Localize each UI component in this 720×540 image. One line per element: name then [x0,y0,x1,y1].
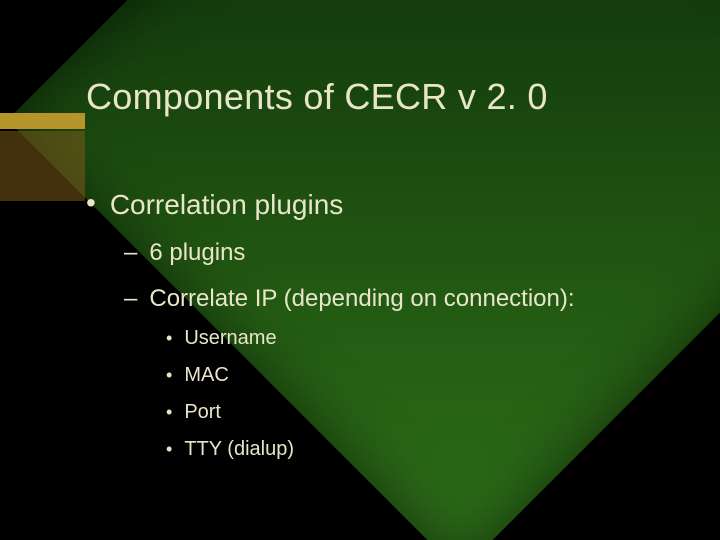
slide: Components of CECR v 2. 0 • Correlation … [0,0,720,540]
bullet-level3: • MAC [166,364,680,387]
bullet-level1: • Correlation plugins [86,189,680,221]
accent-bar [0,113,85,129]
bullet-icon: • [166,366,172,384]
accent-block [0,131,85,201]
bullet-level2-text: Correlate IP (depending on connection): [149,285,574,313]
bullet-level3-text: MAC [184,364,228,387]
bullet-level3-text: Username [184,327,276,350]
bullet-level3: • Port [166,401,680,424]
bullet-level3: • TTY (dialup) [166,438,680,461]
slide-body: • Correlation plugins – 6 plugins – Corr… [86,175,680,467]
bullet-level2: – Correlate IP (depending on connection)… [124,285,680,313]
bullet-icon: • [166,329,172,347]
bullet-level2: – 6 plugins [124,239,680,267]
slide-title: Components of CECR v 2. 0 [86,76,548,118]
bullet-level3: • Username [166,327,680,350]
bullet-level2-text: 6 plugins [149,239,245,267]
bullet-level3-text: Port [184,401,221,424]
bullet-level1-text: Correlation plugins [110,189,343,221]
bullet-icon: • [166,403,172,421]
bullet-icon: • [86,189,96,217]
bullet-level3-text: TTY (dialup) [184,438,294,461]
dash-icon: – [124,239,137,267]
bullet-icon: • [166,440,172,458]
dash-icon: – [124,285,137,313]
